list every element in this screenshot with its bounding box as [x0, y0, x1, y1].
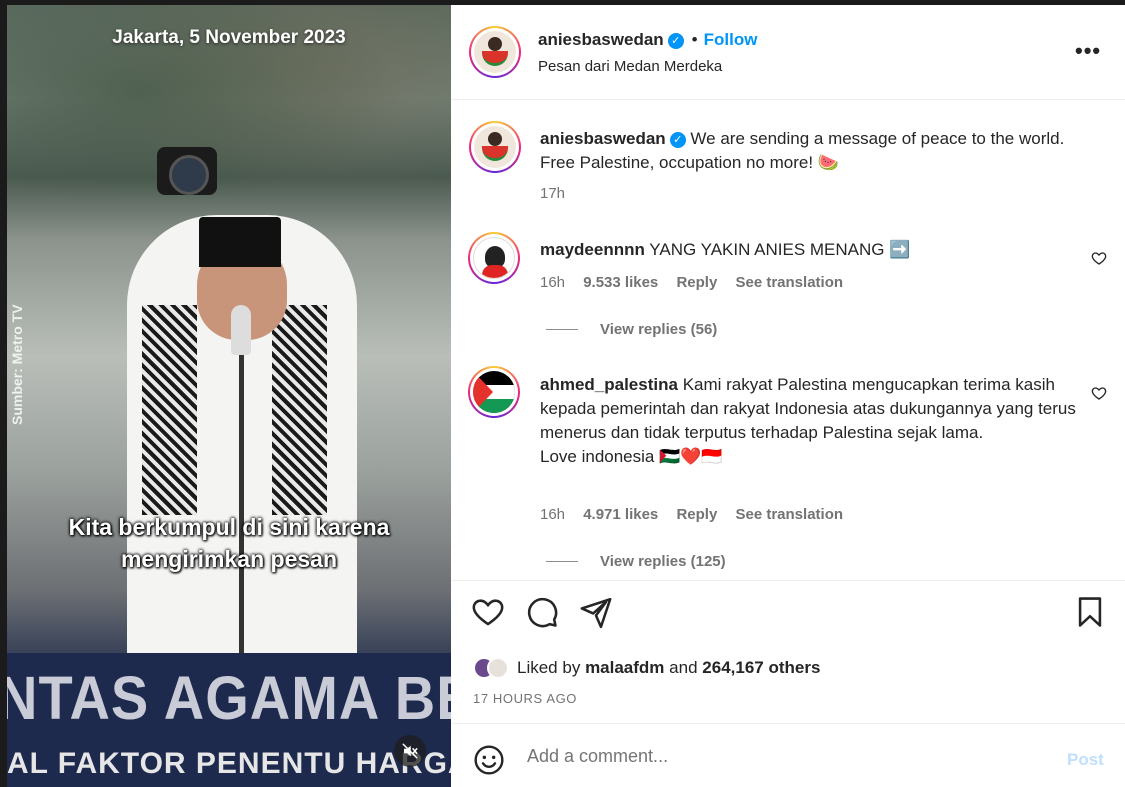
see-translation-button[interactable]: See translation — [735, 506, 843, 523]
header-user-row: aniesbaswedan ✓ • Follow — [538, 30, 757, 50]
more-options-icon[interactable]: ••• — [1075, 38, 1101, 64]
likes-summary: Liked by malaafdm and 264,167 others — [473, 657, 820, 679]
post-location[interactable]: Pesan dari Medan Merdeka — [538, 58, 722, 75]
comment-bubble-icon[interactable] — [525, 595, 559, 629]
comment-text-line2: Love indonesia 🇵🇸❤️🇮🇩 — [540, 447, 723, 466]
like-heart-icon[interactable] — [471, 595, 505, 629]
microphone-stand — [239, 355, 244, 655]
post-video[interactable]: NTAS AGAMA BELA AL FAKTOR PENENTU HARGA … — [7, 5, 451, 787]
comments-list: aniesbaswedan ✓ We are sending a message … — [451, 101, 1125, 581]
post-details-panel: aniesbaswedan ✓ • Follow Pesan dari Medan M… — [451, 5, 1125, 787]
video-date-overlay: Jakarta, 5 November 2023 — [112, 27, 346, 48]
comment-item: maydeennnn YANG YAKIN ANIES MENANG ➡️ — [540, 238, 1070, 262]
post-actions-bar — [451, 595, 1125, 645]
banner-text: NTAS AGAMA BELA — [7, 662, 451, 733]
view-replies-label: View replies (56) — [600, 321, 718, 338]
post-caption: aniesbaswedan ✓ We are sending a message … — [540, 127, 1080, 175]
speaker-cap — [199, 217, 281, 267]
mute-button[interactable] — [394, 735, 426, 767]
video-subtitle: Kita berkumpul di sini karena mengirimka… — [68, 514, 390, 572]
comment-username[interactable]: ahmed_palestina — [540, 375, 678, 394]
comment-username[interactable]: maydeennnn — [540, 240, 645, 259]
author-username[interactable]: aniesbaswedan — [538, 30, 664, 49]
save-bookmark-icon[interactable] — [1073, 595, 1107, 629]
comment-avatar[interactable] — [468, 366, 520, 418]
comment-likes[interactable]: 4.971 likes — [583, 506, 658, 523]
reply-button[interactable]: Reply — [676, 274, 717, 291]
keffiyeh-scarf-right — [272, 305, 327, 515]
speaker-muted-icon — [402, 743, 418, 759]
comment-avatar[interactable] — [468, 232, 520, 284]
post-header: aniesbaswedan ✓ • Follow Pesan dari Medan M… — [451, 5, 1125, 100]
liked-by-prefix: Liked by — [517, 658, 581, 677]
comment-time[interactable]: 16h — [540, 274, 565, 291]
liked-by-and: and — [669, 658, 698, 677]
add-comment-bar: Post — [451, 723, 1125, 787]
liked-by-user[interactable]: malaafdm — [585, 658, 664, 678]
reply-button[interactable]: Reply — [676, 506, 717, 523]
comment-time[interactable]: 16h — [540, 506, 565, 523]
video-source-watermark: Sumber: Metro TV — [9, 304, 25, 425]
share-send-icon[interactable] — [579, 595, 613, 629]
replies-divider — [546, 329, 578, 330]
view-replies-button[interactable]: View replies (125) — [546, 553, 726, 570]
keffiyeh-scarf-left — [142, 305, 197, 515]
comment-item: ahmed_palestina Kami rakyat Palestina me… — [540, 373, 1080, 469]
post-comment-button[interactable]: Post — [1067, 750, 1104, 770]
comment-like-heart-icon[interactable] — [1091, 385, 1107, 401]
comment-like-heart-icon[interactable] — [1091, 250, 1107, 266]
liker-avatar[interactable] — [487, 657, 509, 679]
separator-dot: • — [691, 30, 698, 49]
follow-button[interactable]: Follow — [704, 30, 758, 49]
banner-subtext: AL FAKTOR PENENTU HARGA M — [7, 747, 451, 780]
comment-text: YANG YAKIN ANIES MENANG ➡️ — [649, 240, 911, 259]
add-comment-input[interactable] — [527, 746, 1027, 767]
view-replies-label: View replies (125) — [600, 553, 726, 570]
comment-likes[interactable]: 9.533 likes — [583, 274, 658, 291]
see-translation-button[interactable]: See translation — [735, 274, 843, 291]
replies-divider — [546, 561, 578, 562]
caption-time[interactable]: 17h — [540, 185, 565, 202]
post-timestamp[interactable]: 17 HOURS AGO — [473, 691, 577, 706]
view-replies-button[interactable]: View replies (56) — [546, 321, 717, 338]
likes-count[interactable]: 264,167 others — [702, 658, 820, 678]
author-avatar[interactable] — [469, 26, 521, 78]
verified-badge-icon: ✓ — [669, 131, 686, 148]
camera-in-crowd — [157, 147, 217, 195]
comment-meta: 16h 9.533 likes Reply See translation — [540, 274, 843, 291]
caption-author-avatar[interactable] — [469, 121, 521, 173]
caption-username[interactable]: aniesbaswedan — [540, 129, 666, 148]
comment-meta: 16h 4.971 likes Reply See translation — [540, 506, 843, 523]
microphone — [231, 305, 251, 355]
emoji-smiley-icon[interactable] — [473, 744, 505, 776]
verified-badge-icon: ✓ — [667, 32, 684, 49]
